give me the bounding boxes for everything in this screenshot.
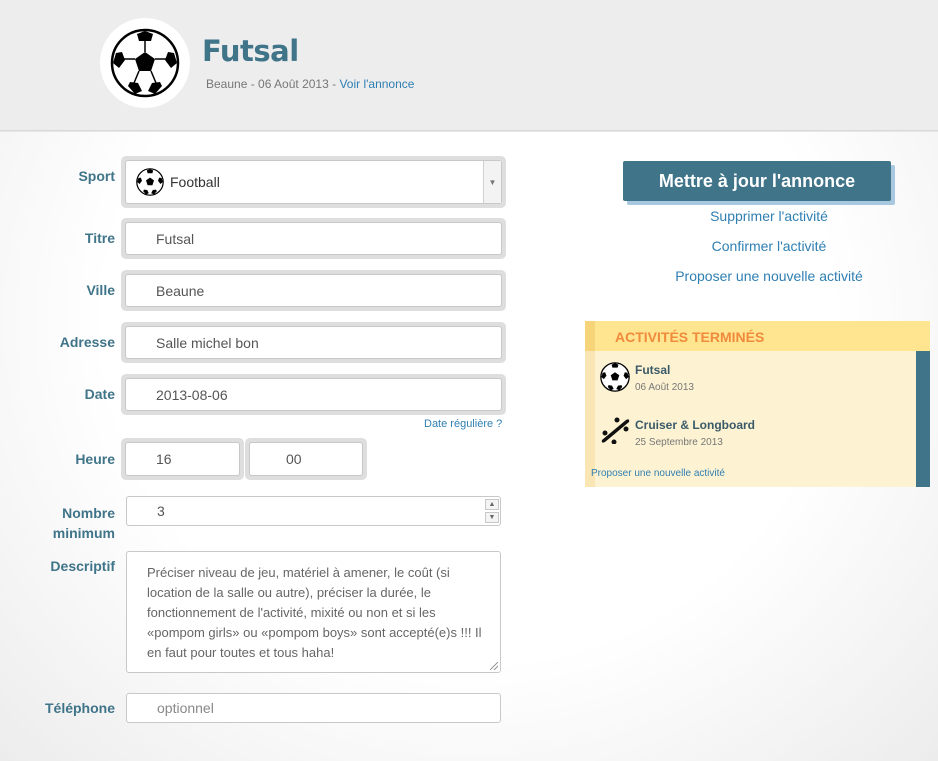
soccer-ball-icon	[136, 168, 164, 196]
page-header: Futsal Beaune - 06 Août 2013 - Voir l'an…	[0, 0, 938, 131]
activity-title[interactable]: Futsal	[635, 363, 670, 377]
nombre-label-line2: minimum	[52, 525, 115, 541]
view-ad-link[interactable]: Voir l'annonce	[339, 77, 414, 91]
adresse-input[interactable]: Salle michel bon	[125, 326, 502, 359]
activity-logo	[100, 18, 190, 108]
skateboard-icon	[601, 417, 630, 444]
delete-activity-link[interactable]: Supprimer l'activité	[623, 208, 915, 224]
completed-activities-panel: ACTIVITÉS TERMINÉS Futsal 06 Août 2013 C…	[585, 321, 930, 487]
hour-input-wrap: 16	[121, 438, 244, 480]
stepper-up-icon[interactable]: ▲	[485, 499, 499, 510]
adresse-input-wrap: Salle michel bon	[121, 322, 506, 363]
ville-input[interactable]: Beaune	[125, 274, 502, 307]
panel-title: ACTIVITÉS TERMINÉS	[615, 329, 765, 345]
nombre-value: 3	[157, 503, 165, 519]
panel-right-accent	[916, 351, 930, 487]
page-title: Futsal	[202, 34, 299, 68]
soccer-ball-icon	[600, 362, 630, 392]
description-placeholder: Préciser niveau de jeu, matériel à amene…	[147, 565, 482, 660]
sport-select-value: Football	[170, 174, 220, 190]
sport-select[interactable]: Football ▼	[125, 160, 502, 204]
page-subtitle: Beaune - 06 Août 2013 - Voir l'annonce	[206, 77, 414, 91]
telephone-input[interactable]: optionnel	[126, 693, 501, 723]
panel-left-accent	[585, 351, 595, 487]
minute-input[interactable]: 00	[249, 442, 363, 476]
recurring-date-link[interactable]: Date régulière ?	[424, 418, 502, 430]
confirm-activity-link[interactable]: Confirmer l'activité	[623, 238, 915, 254]
titre-input[interactable]: Futsal	[125, 222, 502, 255]
sport-select-wrap: Football ▼	[121, 156, 506, 208]
telephone-placeholder: optionnel	[157, 700, 214, 716]
telephone-label: Téléphone	[44, 700, 115, 716]
activity-title[interactable]: Cruiser & Longboard	[635, 418, 755, 432]
ville-input-wrap: Beaune	[121, 270, 506, 311]
panel-propose-link[interactable]: Proposer une nouvelle activité	[591, 468, 725, 479]
date-input[interactable]: 2013-08-06	[125, 378, 502, 411]
titre-label: Titre	[84, 230, 115, 246]
nombre-stepper[interactable]: 3 ▲ ▼	[126, 496, 501, 526]
hour-input[interactable]: 16	[125, 442, 240, 476]
chevron-down-icon[interactable]: ▼	[483, 161, 501, 203]
resize-handle-icon[interactable]	[490, 662, 498, 670]
soccer-ball-icon	[110, 28, 180, 98]
minute-input-wrap: 00	[245, 438, 367, 480]
update-ad-button[interactable]: Mettre à jour l'annonce	[623, 161, 891, 201]
description-textarea[interactable]: Préciser niveau de jeu, matériel à amene…	[126, 551, 501, 673]
panel-header-accent	[585, 321, 595, 351]
date-label: Date	[84, 386, 115, 402]
activity-date: 06 Août 2013	[635, 382, 694, 393]
adresse-label: Adresse	[59, 334, 115, 350]
stepper-down-icon[interactable]: ▼	[485, 512, 499, 523]
titre-input-wrap: Futsal	[121, 218, 506, 259]
sport-label: Sport	[78, 168, 115, 184]
ville-label: Ville	[86, 282, 115, 298]
date-input-wrap: 2013-08-06	[121, 374, 506, 415]
heure-label: Heure	[75, 451, 115, 467]
description-label: Descriptif	[50, 558, 115, 574]
propose-activity-link[interactable]: Proposer une nouvelle activité	[623, 268, 915, 284]
panel-header: ACTIVITÉS TERMINÉS	[585, 321, 930, 351]
nombre-label: Nombre minimum	[0, 503, 115, 543]
nombre-label-line1: Nombre	[62, 505, 115, 521]
subtitle-text: Beaune - 06 Août 2013 -	[206, 77, 340, 91]
activity-date: 25 Septembre 2013	[635, 437, 723, 448]
